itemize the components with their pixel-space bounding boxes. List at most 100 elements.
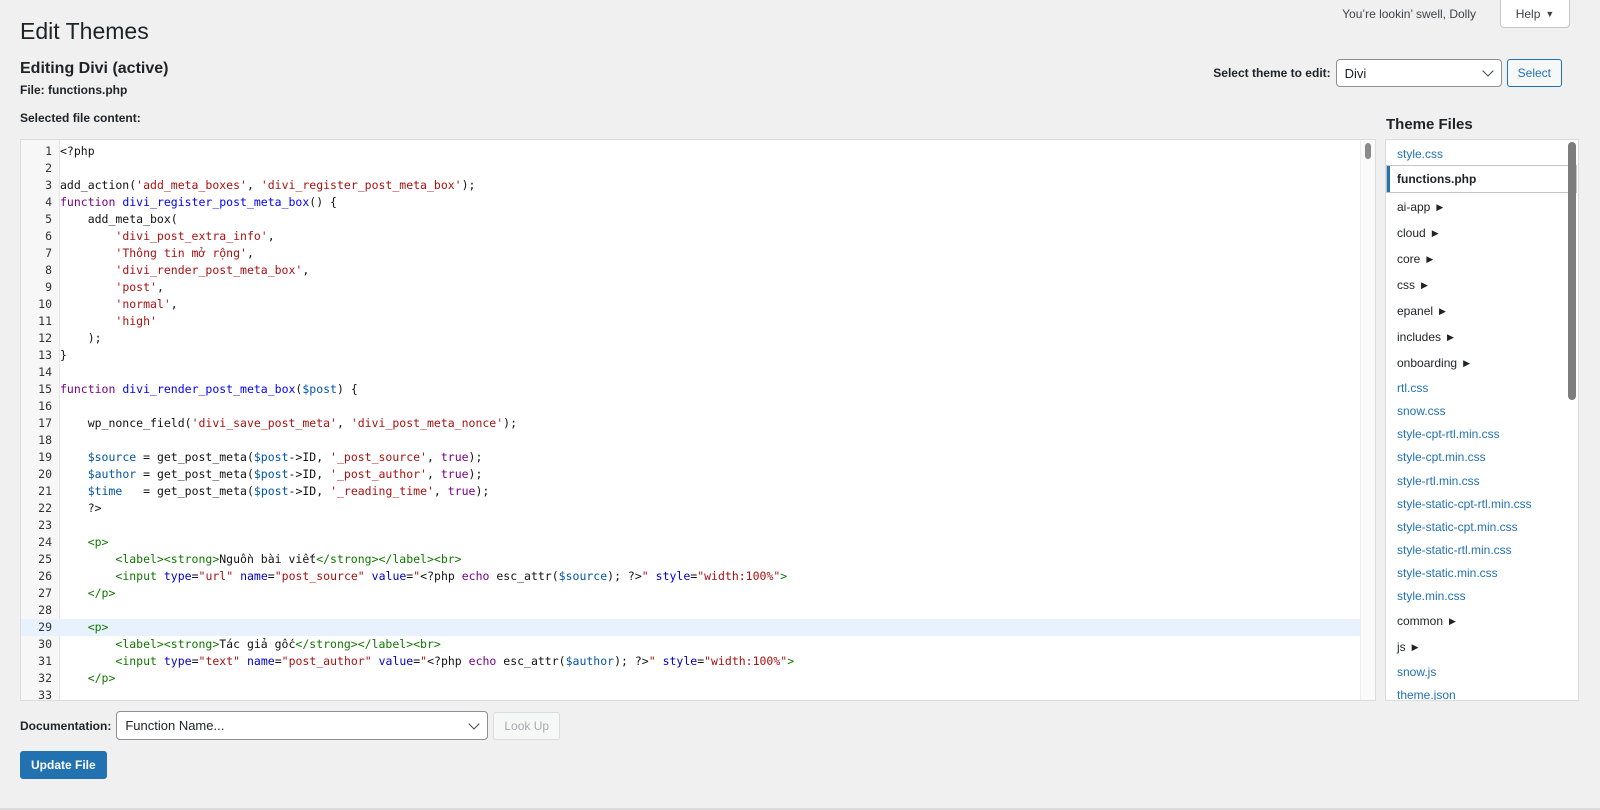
code-line[interactable]: 15 function divi_render_post_meta_box($po… bbox=[21, 381, 1361, 398]
code-text: add_action('add_meta_boxes', 'divi_regis… bbox=[56, 177, 475, 194]
code-line[interactable]: 24 <p> bbox=[21, 534, 1361, 551]
code-line[interactable]: 26 <input type="url" name="post_source" … bbox=[21, 568, 1361, 585]
code-token: $source bbox=[558, 569, 608, 583]
theme-file-item[interactable]: snow.css bbox=[1386, 399, 1578, 422]
code-line[interactable]: 17 wp_nonce_field('divi_save_post_meta',… bbox=[21, 415, 1361, 432]
code-line[interactable]: 27 </p> bbox=[21, 585, 1361, 602]
code-token: Nguồn bài viết bbox=[219, 552, 317, 566]
code-token: true bbox=[440, 450, 469, 464]
code-line[interactable]: 31 <input type="text" name="post_author"… bbox=[21, 653, 1361, 670]
expand-triangle-icon: ▶ bbox=[1426, 253, 1434, 264]
theme-folder-item[interactable]: includes ▶ bbox=[1386, 324, 1578, 350]
caret-down-icon: ▼ bbox=[1545, 8, 1555, 19]
theme-file-item[interactable]: style-static-cpt-rtl.min.css bbox=[1386, 492, 1578, 515]
select-theme-button[interactable]: Select bbox=[1506, 59, 1562, 87]
code-line[interactable]: 4 function divi_register_post_meta_box() … bbox=[21, 194, 1361, 211]
function-name-dropdown[interactable]: Function Name... bbox=[116, 711, 489, 740]
code-line[interactable]: 16 bbox=[21, 398, 1361, 415]
theme-folder-item[interactable]: js ▶ bbox=[1386, 634, 1578, 660]
theme-file-item[interactable]: style-static-rtl.min.css bbox=[1386, 539, 1578, 562]
theme-file-item[interactable]: theme.json bbox=[1386, 683, 1578, 700]
code-line[interactable]: 7 'Thông tin mở rộng', bbox=[21, 245, 1361, 262]
line-number: 30 bbox=[38, 637, 52, 651]
theme-files-title: Theme Files bbox=[1386, 116, 1473, 133]
code-line[interactable]: 19 $source = get_post_meta($post->ID, '_… bbox=[21, 449, 1361, 466]
code-line[interactable]: 32 </p> bbox=[21, 670, 1361, 687]
code-line[interactable]: 20 $author = get_post_meta($post->ID, '_… bbox=[21, 466, 1361, 483]
line-number: 11 bbox=[38, 314, 52, 328]
expand-triangle-icon: ▶ bbox=[1436, 201, 1444, 212]
file-list-scrollbar[interactable] bbox=[1568, 142, 1576, 400]
code-line[interactable]: 3 add_action('add_meta_boxes', 'divi_regi… bbox=[21, 177, 1361, 194]
theme-file-item[interactable]: style-static-cpt.min.css bbox=[1386, 515, 1578, 538]
code-line[interactable]: 22 ?> bbox=[21, 500, 1361, 517]
look-up-button[interactable]: Look Up bbox=[493, 711, 561, 740]
code-line[interactable]: 28 bbox=[21, 602, 1361, 619]
line-number: 23 bbox=[38, 518, 52, 532]
theme-file-item[interactable]: style-rtl.min.css bbox=[1386, 469, 1578, 492]
code-token: type bbox=[163, 654, 192, 668]
theme-folder-item[interactable]: css ▶ bbox=[1386, 272, 1578, 298]
theme-file-item[interactable]: style-cpt-rtl.min.css bbox=[1386, 423, 1578, 446]
theme-file-item[interactable]: rtl.css bbox=[1386, 376, 1578, 399]
code-token: ); bbox=[503, 416, 518, 430]
code-line[interactable]: 14 bbox=[21, 364, 1361, 381]
theme-file-item[interactable]: style-cpt.min.css bbox=[1386, 446, 1578, 469]
page-title: Edit Themes bbox=[20, 18, 149, 44]
theme-folder-item[interactable]: ai-app ▶ bbox=[1386, 194, 1578, 220]
code-text: <label><strong>Tác giả gốc</strong></lab… bbox=[56, 636, 440, 653]
code-line[interactable]: 33 bbox=[21, 687, 1361, 700]
theme-folder-item[interactable]: epanel ▶ bbox=[1386, 298, 1578, 324]
code-line[interactable]: 29 <p> bbox=[21, 619, 1361, 636]
code-line[interactable]: 9 'post', bbox=[21, 279, 1361, 296]
code-token: 'divi_post_meta_nonce' bbox=[350, 416, 504, 430]
code-token: $post bbox=[302, 382, 337, 396]
theme-folder-item[interactable]: cloud ▶ bbox=[1386, 220, 1578, 246]
code-line[interactable]: 25 <label><strong>Nguồn bài viết</strong… bbox=[21, 551, 1361, 568]
code-text: </p> bbox=[56, 585, 116, 602]
help-button[interactable]: Help ▼ bbox=[1500, 0, 1570, 28]
theme-file-item[interactable]: style-static.min.css bbox=[1386, 562, 1578, 585]
line-number: 19 bbox=[38, 450, 52, 464]
code-line[interactable]: 2 bbox=[21, 160, 1361, 177]
update-file-button[interactable]: Update File bbox=[20, 751, 107, 779]
code-token: " bbox=[648, 654, 656, 668]
theme-folder-item[interactable]: onboarding ▶ bbox=[1386, 350, 1578, 376]
code-line[interactable]: 21 $time = get_post_meta($post->ID, '_re… bbox=[21, 483, 1361, 500]
code-line[interactable]: 13} bbox=[21, 347, 1361, 364]
code-line[interactable]: 5 add_meta_box( bbox=[21, 211, 1361, 228]
code-token: , bbox=[170, 297, 178, 311]
code-editor[interactable]: 1 <?php 2 3 add_action('add_meta_boxes', 'di… bbox=[20, 139, 1376, 701]
code-line[interactable]: 6 'divi_post_extra_info', bbox=[21, 228, 1361, 245]
theme-file-item[interactable]: style.min.css bbox=[1386, 585, 1578, 608]
code-text: $source = get_post_meta($post->ID, '_pos… bbox=[56, 449, 483, 466]
code-line[interactable]: 1 <?php bbox=[21, 143, 1361, 160]
code-line[interactable]: 23 bbox=[21, 517, 1361, 534]
theme-file-item[interactable]: style.css bbox=[1386, 142, 1578, 165]
line-number: 31 bbox=[38, 654, 52, 668]
code-line[interactable]: 18 bbox=[21, 432, 1361, 449]
chevron-down-icon bbox=[1481, 65, 1494, 77]
theme-file-item[interactable]: snow.js bbox=[1386, 660, 1578, 683]
file-label: epanel bbox=[1397, 304, 1434, 319]
theme-folder-item[interactable]: common ▶ bbox=[1386, 608, 1578, 634]
code-line[interactable]: 10 'normal', bbox=[21, 296, 1361, 313]
editor-scrollbar-thumb[interactable] bbox=[1365, 143, 1371, 159]
code-token: "width:100%" bbox=[697, 569, 781, 583]
theme-file-item[interactable]: functions.php bbox=[1386, 165, 1577, 194]
theme-select-dropdown[interactable]: Divi bbox=[1335, 59, 1502, 87]
code-line[interactable]: 12 ); bbox=[21, 330, 1361, 347]
code-line[interactable]: 30 <label><strong>Tác giả gốc</strong></… bbox=[21, 636, 1361, 653]
code-token: ->ID, bbox=[288, 450, 331, 464]
code-line[interactable]: 11 'high' bbox=[21, 313, 1361, 330]
editor-scrollbar[interactable] bbox=[1360, 140, 1375, 700]
function-name-placeholder: Function Name... bbox=[125, 718, 225, 733]
theme-folder-item[interactable]: core ▶ bbox=[1386, 246, 1578, 272]
code-line[interactable]: 8 'divi_render_post_meta_box', bbox=[21, 262, 1361, 279]
